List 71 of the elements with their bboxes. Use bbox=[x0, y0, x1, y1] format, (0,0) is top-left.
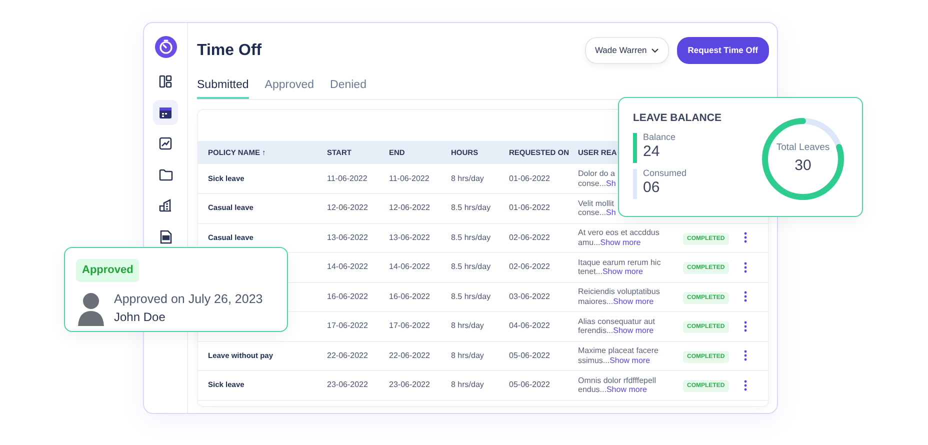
table-cell: 01-06-2022 bbox=[509, 203, 550, 212]
reason-text: Alias consequatur aut ferendis...Show more bbox=[578, 316, 656, 336]
table-cell: 13-06-2022 bbox=[327, 232, 368, 242]
user-dropdown[interactable]: Wade Warren bbox=[584, 37, 669, 64]
reason-text: Itaque earum rerum hic tenet...Show more bbox=[578, 258, 662, 277]
stat-value: 06 bbox=[643, 178, 661, 197]
donut-label: Total Leaves bbox=[776, 140, 830, 155]
request-time-off-button[interactable]: Request Time Off bbox=[676, 37, 769, 64]
approved-status: Approved bbox=[76, 259, 140, 282]
table-cell: 8.5 hrs/day bbox=[451, 232, 491, 242]
page-title: Time Off bbox=[197, 40, 262, 60]
table-cell: 02-06-2022 bbox=[509, 262, 550, 272]
show-more-link[interactable]: Show more bbox=[606, 385, 647, 394]
table-cell: 8 hrs/day bbox=[451, 350, 484, 360]
table-cell: 23-06-2022 bbox=[389, 380, 430, 390]
show-more-link[interactable]: Show more bbox=[610, 356, 650, 365]
reason-text: At vero eos et accddus amu...Show more bbox=[578, 228, 660, 248]
more-options-icon[interactable] bbox=[744, 320, 747, 332]
table-cell: 01-06-2022 bbox=[509, 174, 550, 182]
table-cell: 23-06-2022 bbox=[327, 380, 368, 390]
table-cell: 14-06-2022 bbox=[389, 262, 430, 272]
show-more-link[interactable]: Sh bbox=[606, 178, 616, 188]
reason-text: Maxime placeat facere ssimus...Show more bbox=[578, 346, 660, 366]
table-cell: 11-06-2022 bbox=[389, 174, 430, 182]
table-cell: 13-06-2022 bbox=[389, 232, 430, 242]
reason-text: Omnis dolor rfdfffepell endus...Show more bbox=[578, 376, 657, 395]
table-cell: 8.5 hrs/day bbox=[451, 292, 491, 301]
table-cell: 05-06-2022 bbox=[509, 350, 550, 360]
stat-label: Consumed bbox=[643, 168, 687, 179]
table-cell: 03-06-2022 bbox=[509, 292, 550, 301]
table-cell: 02-06-2022 bbox=[509, 232, 550, 242]
show-more-link[interactable]: Show more bbox=[602, 267, 643, 276]
caret-icon bbox=[650, 48, 659, 53]
table-cell: 04-06-2022 bbox=[509, 321, 550, 330]
table-cell: 22-06-2022 bbox=[327, 350, 368, 360]
tab[interactable]: Approved bbox=[264, 76, 314, 99]
show-more-link[interactable]: Show more bbox=[613, 296, 654, 306]
table-cell: 12-06-2022 bbox=[389, 203, 430, 212]
table-cell: 05-06-2022 bbox=[509, 380, 550, 390]
show-more-link[interactable]: Show more bbox=[600, 238, 641, 247]
clock-logo-icon bbox=[154, 36, 176, 58]
reason-text: Reiciendis voluptatibus maiores...Show more bbox=[578, 287, 661, 306]
table-cell: 17-06-2022 bbox=[389, 321, 430, 330]
table-cell: 8 hrs/day bbox=[451, 380, 484, 390]
approval-date: Approved on July 26, 2023 bbox=[114, 290, 263, 308]
more-options-icon[interactable] bbox=[744, 291, 747, 302]
table-cell: 11-06-2022 bbox=[327, 174, 368, 182]
more-options-icon[interactable] bbox=[744, 262, 747, 273]
show-more-link[interactable]: Sh bbox=[606, 208, 616, 218]
table-cell: 16-06-2022 bbox=[389, 292, 430, 301]
approver-name: John Doe bbox=[114, 309, 166, 326]
card-title: LEAVE BALANCE bbox=[633, 111, 722, 126]
table-cell: 8 hrs/day bbox=[451, 321, 484, 330]
table-cell: 22-06-2022 bbox=[389, 350, 430, 360]
show-more-link[interactable]: Show more bbox=[613, 326, 654, 336]
donut-value: 30 bbox=[794, 156, 812, 176]
table-cell: 8 hrs/day bbox=[451, 174, 484, 182]
table-cell: 16-06-2022 bbox=[327, 292, 368, 301]
table-cell: 8.5 hrs/day bbox=[451, 203, 491, 212]
table-cell: 17-06-2022 bbox=[327, 321, 368, 330]
table-cell: 14-06-2022 bbox=[327, 262, 368, 272]
table-cell: 8.5 hrs/day bbox=[451, 262, 491, 272]
tab[interactable]: Denied bbox=[330, 76, 366, 99]
calendar-icon[interactable] bbox=[153, 100, 178, 125]
more-options-icon[interactable] bbox=[744, 350, 747, 362]
more-options-icon[interactable] bbox=[744, 232, 747, 244]
more-options-icon[interactable] bbox=[744, 380, 747, 391]
table-cell: 12-06-2022 bbox=[327, 203, 368, 212]
stat-value: 24 bbox=[643, 142, 661, 161]
tab[interactable]: Submitted bbox=[197, 76, 249, 99]
stat-label: Balance bbox=[643, 132, 676, 143]
